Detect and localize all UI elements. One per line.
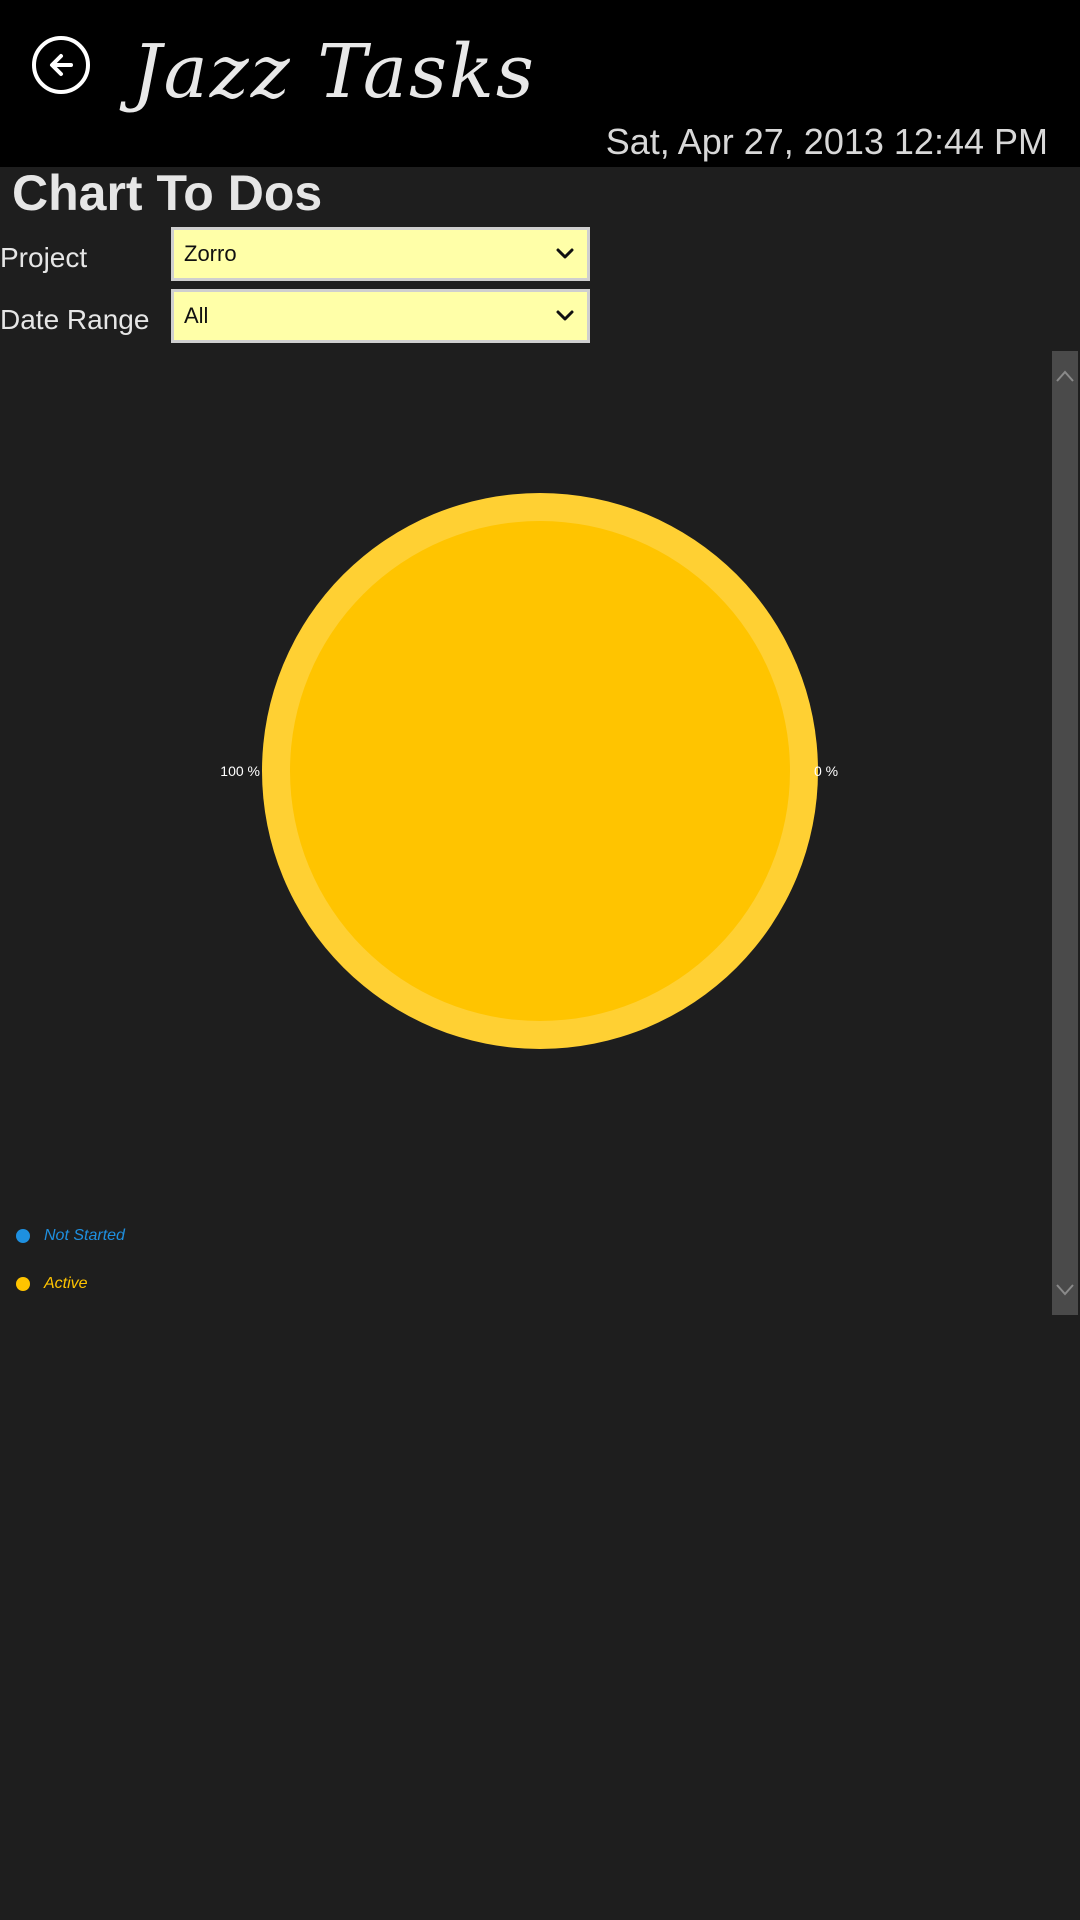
page-title: Chart To Dos [12,165,323,221]
app-header: Jazz Tasks Sat, Apr 27, 2013 12:44 PM [0,0,1080,167]
project-label: Project [0,242,88,273]
scroll-up-button[interactable] [1052,361,1078,391]
chevron-down-icon [556,310,574,321]
data-label-not-started: 0 % [814,763,838,779]
legend-label-not-started: Not Started [44,1227,125,1244]
chevron-up-icon [1056,370,1074,382]
project-select-value: Zorro [184,241,237,266]
date-range-select-value: All [184,303,209,328]
app-title: Jazz Tasks [132,29,536,115]
data-label-active: 100 % [220,763,260,779]
vertical-scrollbar[interactable] [1052,351,1078,1315]
pie-chart: 0 % 100 % [220,493,838,1049]
legend-item-active: Active [16,1260,125,1308]
legend-label-active: Active [44,1275,88,1292]
legend-marker-active [16,1277,30,1291]
chevron-down-icon [556,248,574,259]
date-range-label: Date Range [0,304,150,335]
datetime-display: Sat, Apr 27, 2013 12:44 PM [605,121,1048,162]
pie-slice-active-inner [290,521,790,1021]
back-button[interactable] [32,36,90,94]
legend-item-not-started: Not Started [16,1212,125,1260]
back-arrow-icon [50,54,73,76]
project-select[interactable]: Zorro [171,227,590,281]
legend-marker-not-started [16,1229,30,1243]
chart-legend: Not Started Active [16,1212,125,1308]
date-range-select[interactable]: All [171,289,590,343]
scroll-down-button[interactable] [1052,1275,1078,1305]
chevron-down-icon [1056,1284,1074,1296]
